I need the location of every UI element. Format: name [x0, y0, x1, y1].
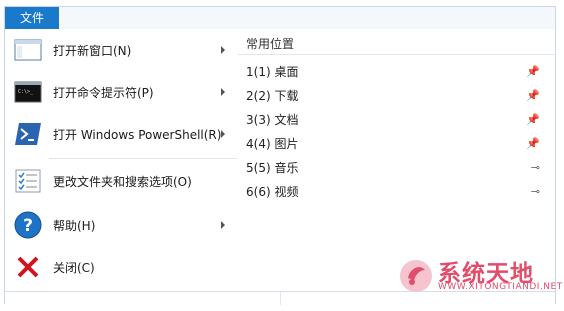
frequent-item-label: 4(4) 图片 — [246, 137, 299, 151]
frequent-item-music[interactable]: 5(5) 音乐 ⊸ — [246, 157, 546, 179]
menu-label: 帮助(H) — [53, 218, 96, 233]
frequent-item-videos[interactable]: 6(6) 视频 ⊸ — [246, 181, 546, 203]
menu-item-powershell[interactable]: 打开 Windows PowerShell(R) — [5, 113, 237, 155]
watermark-url: WWW.XITONGTIANDI.NET — [438, 282, 563, 292]
pinned-icon[interactable]: 📌 — [526, 61, 540, 83]
menu-label: 打开命令提示符(P) — [53, 85, 154, 100]
menu-label: 打开 Windows PowerShell(R) — [53, 127, 222, 142]
frequent-item-downloads[interactable]: 2(2) 下载 📌 — [246, 85, 546, 107]
close-icon — [11, 253, 45, 281]
frequent-item-label: 5(5) 音乐 — [246, 161, 299, 175]
menu-label: 更改文件夹和搜索选项(O) — [53, 174, 192, 189]
command-prompt-icon: C:\>_ — [11, 78, 45, 106]
pinned-icon[interactable]: 📌 — [526, 109, 540, 131]
unpinned-icon[interactable]: ⊸ — [531, 181, 540, 203]
svg-text:C:\>_: C:\>_ — [18, 89, 34, 95]
svg-text:?: ? — [23, 216, 33, 236]
menu-item-help[interactable]: ? 帮助(H) — [5, 204, 237, 246]
title-divider — [238, 54, 555, 55]
frequent-item-label: 1(1) 桌面 — [246, 65, 299, 79]
file-tab[interactable]: 文件 — [5, 7, 59, 29]
frequent-item-pictures[interactable]: 4(4) 图片 📌 — [246, 133, 546, 155]
submenu-arrow-icon — [221, 130, 225, 138]
submenu-arrow-icon — [221, 46, 225, 54]
menu-label: 打开新窗口(N) — [53, 43, 132, 58]
ribbon-bar — [5, 7, 555, 30]
file-menu-left-pane: 打开新窗口(N) C:\>_ 打开命令提示符(P) 打开 Windows Pow… — [5, 29, 239, 291]
menu-separator — [49, 158, 237, 159]
watermark: 系统天地 WWW.XITONGTIANDI.NET — [398, 252, 562, 300]
frequent-item-documents[interactable]: 3(3) 文档 📌 — [246, 109, 546, 131]
frequent-item-label: 3(3) 文档 — [246, 113, 299, 127]
window-icon — [11, 36, 45, 64]
menu-item-folder-options[interactable]: 更改文件夹和搜索选项(O) — [5, 160, 237, 202]
menu-label: 关闭(C) — [53, 260, 95, 275]
pinned-icon[interactable]: 📌 — [526, 133, 540, 155]
frequent-item-label: 6(6) 视频 — [246, 185, 299, 199]
menu-item-new-window[interactable]: 打开新窗口(N) — [5, 29, 237, 71]
frequent-item-desktop[interactable]: 1(1) 桌面 📌 — [246, 61, 546, 83]
options-checklist-icon — [11, 167, 45, 195]
menu-item-cmd[interactable]: C:\>_ 打开命令提示符(P) — [5, 71, 237, 113]
frequent-places-title: 常用位置 — [246, 37, 295, 51]
submenu-arrow-icon — [221, 221, 225, 229]
unpinned-icon[interactable]: ⊸ — [531, 157, 540, 179]
watermark-logo-icon — [398, 258, 434, 298]
help-icon: ? — [11, 211, 45, 239]
status-cell — [5, 292, 281, 305]
pinned-icon[interactable]: 📌 — [526, 85, 540, 107]
frequent-item-label: 2(2) 下载 — [246, 89, 299, 103]
submenu-arrow-icon — [221, 88, 225, 96]
powershell-icon — [11, 120, 45, 148]
menu-item-close[interactable]: 关闭(C) — [5, 246, 237, 288]
